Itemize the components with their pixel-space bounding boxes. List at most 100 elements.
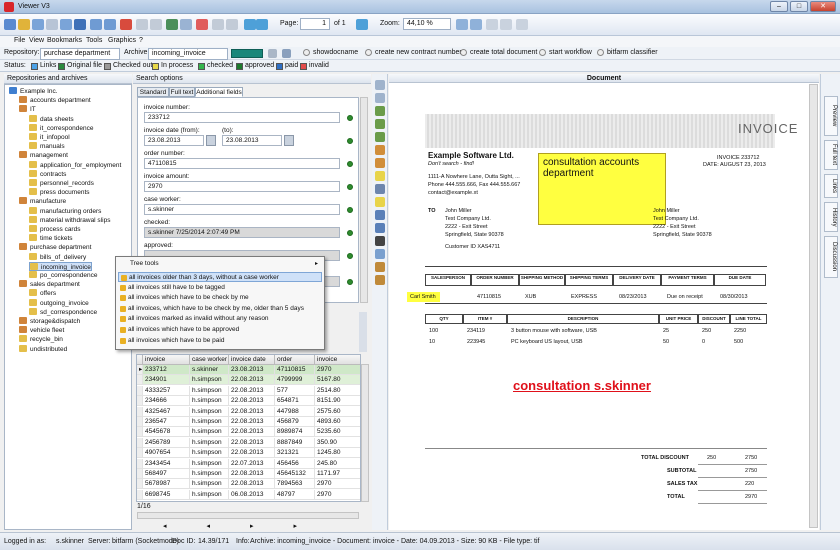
grid-cell[interactable]: 8887849 xyxy=(275,437,315,448)
tree-item-process-cards[interactable]: process cards xyxy=(29,225,80,234)
grid-cell[interactable]: 22.08.2013 xyxy=(229,375,275,386)
tree-item-sd-correspondence[interactable]: sd_correspondence xyxy=(29,307,97,317)
delete-icon[interactable] xyxy=(120,19,132,30)
zoom-select[interactable]: 44,10 % xyxy=(403,18,451,30)
menu-bookmarks[interactable]: Bookmarks xyxy=(47,37,82,44)
context-menu-item[interactable]: all invoices marked as invalid without a… xyxy=(118,314,322,324)
tree-item-accounts-department[interactable]: accounts department xyxy=(19,96,91,105)
tree-item-material-withdrawal-slips[interactable]: material withdrawal slips xyxy=(29,215,110,225)
grid-scrollbar[interactable] xyxy=(361,364,369,502)
action-create-contract-number[interactable]: create new contract number xyxy=(375,49,462,56)
tree-item-bills-of-delivery[interactable]: bills_of_delivery xyxy=(29,252,86,262)
tree-item-time-tickets[interactable]: time tickets xyxy=(29,234,73,243)
grid-cell[interactable]: 06.08.2013 xyxy=(229,489,275,500)
grid-cell[interactable]: h.simpson xyxy=(190,448,229,459)
settings-icon[interactable] xyxy=(282,49,291,58)
menu-graphics[interactable]: Graphics xyxy=(108,37,136,44)
grid-cell[interactable]: 4545678 xyxy=(143,427,190,438)
tab-full-text[interactable]: Full text xyxy=(169,87,195,97)
grid-cell[interactable]: 5235.60 xyxy=(315,427,360,438)
grid-cell[interactable]: 22.08.2013 xyxy=(229,448,275,459)
tree-item-management[interactable]: management xyxy=(19,151,68,160)
tree-item-contracts[interactable]: contracts xyxy=(29,169,66,179)
grid-cell[interactable]: 45645132 xyxy=(275,469,315,479)
grid-cell[interactable]: h.simpson xyxy=(190,417,229,427)
grid-cell[interactable]: 48797 xyxy=(275,489,315,500)
tree-item-manufacturing-orders[interactable]: manufacturing orders xyxy=(29,206,101,216)
tree-item-undistributed[interactable]: undistributed xyxy=(19,344,67,354)
side-tab-links[interactable]: Links xyxy=(824,174,838,198)
order-number-input[interactable]: 47110815 xyxy=(144,158,340,169)
open-folder-icon[interactable] xyxy=(18,19,30,30)
grid-cell[interactable]: 2970 xyxy=(315,365,360,375)
mail-icon[interactable] xyxy=(60,19,72,30)
grid-cell[interactable]: 236547 xyxy=(143,417,190,427)
highlighter-icon[interactable] xyxy=(375,171,385,181)
tree-item-data-sheets[interactable]: data sheets xyxy=(29,114,74,124)
grid-cell[interactable]: h.simpson xyxy=(190,437,229,448)
tree-item-it-infopool[interactable]: it_infopool xyxy=(29,133,70,142)
grid-cell[interactable]: 4799999 xyxy=(275,375,315,386)
grid-cell[interactable]: h.simpson xyxy=(190,458,229,469)
context-menu-item[interactable]: all invoices which have to be paid xyxy=(118,336,322,346)
note-icon[interactable] xyxy=(375,197,385,207)
tree-item-application-for-employment[interactable]: application_for_employment xyxy=(29,160,121,170)
first-page-icon[interactable] xyxy=(244,19,256,30)
grid-cell[interactable]: h.simpson xyxy=(190,406,229,417)
check-in-icon[interactable] xyxy=(166,19,178,30)
grid-cell[interactable]: 22.08.2013 xyxy=(229,417,275,427)
grid-cell[interactable]: 5678987 xyxy=(143,479,190,490)
search-field-icon[interactable] xyxy=(347,230,353,236)
side-tab-preview[interactable]: Preview xyxy=(824,96,838,136)
calendar-icon[interactable] xyxy=(284,135,294,146)
paste-icon[interactable] xyxy=(150,19,162,30)
tree-item-example-inc-[interactable]: Example Inc. xyxy=(9,87,58,96)
grid-cell[interactable]: 4333257 xyxy=(143,385,190,396)
tree-item-press-documents[interactable]: press documents xyxy=(29,188,90,197)
tree-item-sales-department[interactable]: sales department xyxy=(19,280,80,289)
grid-column-header[interactable]: order number xyxy=(275,355,315,373)
grid-nav-buttons[interactable]: ◂◂▸▸ xyxy=(163,522,337,530)
action-start-workflow[interactable]: start workflow xyxy=(549,49,592,56)
grid-cell[interactable]: 2343454 xyxy=(143,458,190,469)
undo-icon[interactable] xyxy=(90,19,102,30)
grid-cell[interactable]: 22.08.2013 xyxy=(229,385,275,396)
grid-cell[interactable]: 321321 xyxy=(275,448,315,459)
grid-cell[interactable]: 2970 xyxy=(315,479,360,490)
tree-item-purchase-department[interactable]: purchase department xyxy=(19,243,91,252)
thumbnail-icon[interactable] xyxy=(516,19,528,30)
redo-icon[interactable] xyxy=(104,19,116,30)
page-input[interactable]: 1 xyxy=(300,18,330,30)
form-scrollbar[interactable] xyxy=(360,97,368,303)
tree-item-storage-dispatch[interactable]: storage&dispatch xyxy=(19,317,80,326)
grid-cell[interactable]: 568497 xyxy=(143,469,190,479)
pen-icon[interactable] xyxy=(375,184,385,194)
context-menu-item[interactable]: all invoices, which have to be check by … xyxy=(118,304,322,314)
grid-cell[interactable]: h.simpson xyxy=(190,375,229,386)
grid-cell[interactable]: 2575.60 xyxy=(315,406,360,417)
grid-cell[interactable]: 2970 xyxy=(315,489,360,500)
grid-cell[interactable]: 7894563 xyxy=(275,479,315,490)
hand-icon[interactable] xyxy=(375,93,385,103)
close-button[interactable]: ✕ xyxy=(810,1,836,12)
grid-h-scrollbar[interactable] xyxy=(137,512,359,519)
grid-cell[interactable]: h.simpson xyxy=(190,385,229,396)
grid-cell[interactable]: 577 xyxy=(275,385,315,396)
tree-item-manuals[interactable]: manuals xyxy=(29,142,65,151)
print-icon[interactable] xyxy=(46,19,58,30)
side-tab-history[interactable]: History xyxy=(824,202,838,232)
zoom-out-icon[interactable] xyxy=(470,19,482,30)
context-menu-item[interactable]: all invoices which have to be approved xyxy=(118,325,322,335)
next-page-icon[interactable] xyxy=(356,19,368,30)
search-field-icon[interactable] xyxy=(347,184,353,190)
tree-item-offers[interactable]: offers xyxy=(29,289,56,298)
grid-cell[interactable]: 456456 xyxy=(275,458,315,469)
grid-cell[interactable]: h.simpson xyxy=(190,469,229,479)
maximize-button[interactable]: □ xyxy=(790,1,808,12)
grid-cell[interactable]: 4893.60 xyxy=(315,417,360,427)
fit-width-icon[interactable] xyxy=(500,19,512,30)
tree-item-manufacture[interactable]: manufacture xyxy=(19,197,66,206)
scan-icon[interactable] xyxy=(74,19,86,30)
grid-cell[interactable]: 350.90 xyxy=(315,437,360,448)
grid-cell[interactable]: 22.08.2013 xyxy=(229,469,275,479)
